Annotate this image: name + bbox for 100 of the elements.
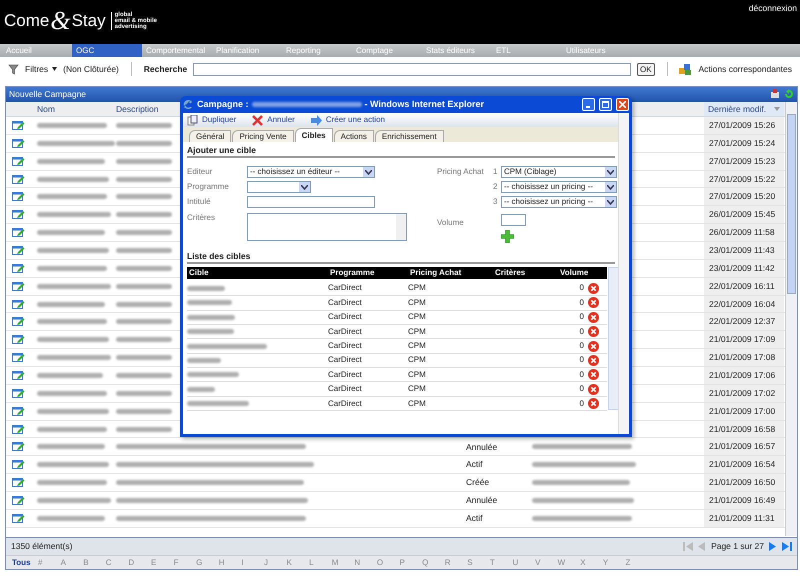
dropdown[interactable] [247,181,311,193]
tab[interactable]: Général [189,130,232,142]
menu-tab[interactable]: OGC [72,44,142,57]
edit-icon[interactable] [12,352,25,364]
text-field[interactable] [247,196,375,208]
letter-filter[interactable]: B [83,556,106,568]
menu-tab[interactable]: Comptage [352,44,422,57]
filters-button[interactable]: Filtres [25,62,58,76]
delete-icon[interactable] [588,282,599,294]
letter-filter[interactable]: A [60,556,84,568]
next-page-icon[interactable] [768,541,778,552]
edit-icon[interactable] [12,244,25,256]
scrollbar[interactable] [608,266,619,410]
edit-icon[interactable] [12,156,25,167]
edit-icon[interactable] [12,227,25,238]
dropdown[interactable]: CPM (Ciblage) [501,166,617,178]
letter-filter[interactable]: F [174,556,196,568]
delete-icon[interactable] [588,384,599,395]
edit-icon[interactable] [12,370,25,381]
delete-icon[interactable] [588,312,599,323]
scrollbar[interactable] [785,102,797,536]
edit-icon[interactable] [12,441,25,452]
logout-link[interactable]: déconnexion [748,2,797,15]
menu-tab[interactable]: ETL [492,44,562,57]
column-header[interactable]: Dernière modif. [704,102,784,116]
letter-filter[interactable]: R [444,556,468,568]
letter-filter[interactable]: K [286,556,310,568]
menu-tab[interactable]: Planification [212,44,282,57]
letter-filter[interactable]: U [512,556,536,568]
edit-icon[interactable] [12,209,25,220]
edit-icon[interactable] [12,334,25,346]
edit-icon[interactable] [12,424,25,435]
dropdown[interactable]: -- choisissez un pricing -- [501,196,617,208]
toolbar-button[interactable]: Dupliquer [187,114,236,126]
letter-filter[interactable]: S [467,556,490,568]
search-field[interactable] [193,62,631,76]
edit-icon[interactable] [12,494,25,506]
edit-icon[interactable] [12,138,25,149]
edit-icon[interactable] [12,174,25,184]
letter-filter[interactable]: D [128,556,151,568]
add-icon[interactable] [501,230,514,243]
letter-filter[interactable]: L [309,556,332,568]
toolbar-button[interactable]: Annuler [252,114,295,126]
ok-button[interactable]: OK [637,62,655,76]
delete-icon[interactable] [588,354,599,366]
letter-filter[interactable]: N [354,556,377,568]
edit-icon[interactable] [12,512,25,524]
volume-field[interactable] [501,214,526,226]
letter-filter[interactable]: T [490,556,512,568]
text-area[interactable] [247,213,407,242]
edit-icon[interactable] [12,191,25,202]
letter-filter[interactable]: Z [625,556,648,568]
delete-icon[interactable] [588,340,599,352]
letter-filter[interactable]: O [376,556,400,568]
delete-icon[interactable] [588,398,599,410]
delete-icon[interactable] [588,326,599,338]
letter-filter[interactable]: H [218,556,242,568]
tab[interactable]: Pricing Vente [232,130,294,142]
delete-icon[interactable] [588,369,599,380]
edit-icon[interactable] [12,388,25,399]
letter-filter[interactable]: Q [422,556,445,568]
letter-filter[interactable]: M [332,556,354,568]
letter-filter[interactable]: E [150,556,174,568]
last-page-icon[interactable] [782,541,792,552]
tab[interactable]: Cibles [294,128,333,142]
actions-link[interactable]: Actions correspondantes [698,62,792,76]
maximize-button[interactable] [599,98,612,111]
menu-tab[interactable]: Comportemental [142,44,212,57]
letter-filter[interactable]: P [400,556,422,568]
scrollbar[interactable] [618,113,629,434]
letter-filter[interactable]: # [38,556,61,568]
letter-filter[interactable]: I [241,556,264,568]
tab[interactable]: Enrichissement [374,130,444,142]
edit-icon[interactable] [12,262,25,274]
menu-tab[interactable]: Accueil [2,44,72,57]
dropdown[interactable]: -- choisissez un pricing -- [501,181,617,193]
column-header[interactable]: Nom [31,102,113,116]
minimize-button[interactable] [582,98,595,111]
letter-filter[interactable]: W [558,556,580,568]
delete-icon[interactable] [588,297,599,308]
letter-filter[interactable]: G [196,556,219,568]
close-button[interactable] [616,98,629,111]
edit-icon[interactable] [12,316,25,328]
letter-filter[interactable]: X [580,556,603,568]
tab[interactable]: Actions [334,130,374,142]
letter-filter[interactable]: V [535,556,558,568]
toolbar-button[interactable]: Créer une action [310,114,385,126]
dropdown[interactable]: -- choisissez un éditeur -- [247,166,375,178]
edit-icon[interactable] [12,120,25,131]
printer-icon[interactable] [770,89,780,99]
letter-filter[interactable]: Y [602,556,626,568]
letter-filter[interactable]: Tous [12,556,38,568]
edit-icon[interactable] [12,406,25,417]
edit-icon[interactable] [12,477,25,488]
menu-tab[interactable]: Reporting [282,44,352,57]
menu-tab[interactable]: Stats éditeurs [422,44,492,57]
edit-icon[interactable] [12,298,25,310]
edit-icon[interactable] [12,459,25,470]
refresh-icon[interactable] [784,89,794,99]
letter-filter[interactable]: C [106,556,128,568]
